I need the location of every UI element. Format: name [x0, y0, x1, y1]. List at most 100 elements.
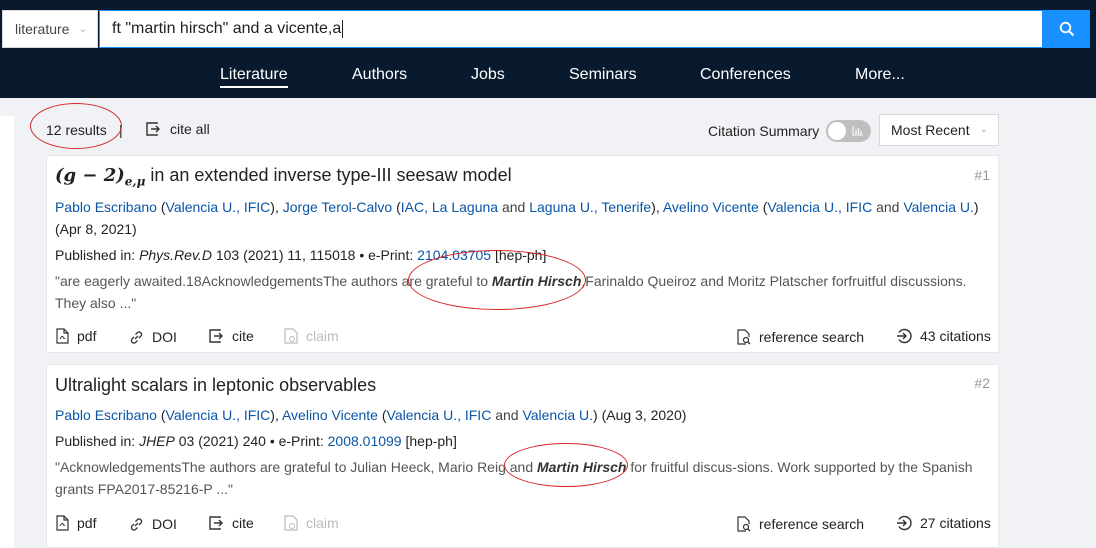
search-bar: literature ⌄ ft "martin hirsch" and a vi… [0, 0, 1096, 58]
citation-summary-toggle[interactable] [826, 120, 871, 142]
affiliation-link[interactable]: Valencia U. [903, 199, 974, 215]
author-link[interactable]: Jorge Terol-Calvo [283, 199, 392, 215]
arxiv-category: [hep-ph] [405, 433, 457, 449]
sort-select[interactable]: Most Recent ⌄ [879, 114, 999, 146]
reference-search-button[interactable]: reference search [737, 516, 864, 532]
nav-more[interactable]: More... [855, 66, 905, 84]
login-icon [897, 328, 912, 344]
publication-date: (Apr 8, 2021) [55, 221, 137, 237]
cite-button[interactable]: cite [208, 328, 254, 344]
search-input[interactable]: ft "martin hirsch" and a vicente,a [99, 10, 1043, 48]
search-icon [1059, 21, 1074, 37]
eprint-link[interactable]: 2104.03705 [417, 247, 491, 263]
result-card: Ultralight scalars in leptonic observabl… [46, 364, 999, 548]
author-link[interactable]: Pablo Escribano [55, 407, 157, 423]
file-search-icon [737, 329, 751, 345]
scope-select[interactable]: literature ⌄ [2, 10, 98, 48]
nav-literature[interactable]: Literature [220, 66, 288, 88]
claim-button[interactable]: claim [284, 328, 339, 344]
arxiv-category: [hep-ph] [494, 247, 547, 263]
doi-label: DOI [152, 516, 177, 532]
citations-link[interactable]: 27 citations [896, 515, 991, 531]
eprint-link[interactable]: 2008.01099 [328, 433, 402, 449]
citations-count: 43 citations [920, 328, 991, 344]
fulltext-snippet: "are eagerly awaited.18AcknowledgementsT… [55, 270, 985, 314]
published-label: Published in: [55, 247, 136, 263]
journal-details: 103 (2021) 11, 115018 • e-Print: [215, 247, 414, 263]
nav-conferences[interactable]: Conferences [700, 66, 791, 84]
claim-label: claim [306, 515, 339, 531]
doi-button[interactable]: DOI [129, 329, 177, 345]
file-search-icon [737, 516, 751, 532]
results-count: 12 results [46, 122, 107, 138]
fulltext-snippet: "AcknowledgementsThe authors are gratefu… [55, 456, 985, 500]
cite-label: cite [232, 515, 254, 531]
author-list: Pablo Escribano (Valencia U., IFIC), Ave… [55, 407, 687, 423]
affiliation-link[interactable]: Valencia U., IFIC [166, 407, 271, 423]
text-caret [342, 20, 344, 38]
claim-button[interactable]: claim [284, 515, 339, 531]
reference-search-label: reference search [759, 516, 865, 532]
affiliation-link[interactable]: Valencia U., IFIC [387, 407, 492, 423]
citation-summary-label: Citation Summary [708, 123, 820, 139]
export-icon [209, 329, 223, 343]
doi-button[interactable]: DOI [129, 516, 177, 532]
pdf-label: pdf [77, 328, 97, 344]
author-link[interactable]: Avelino Vicente [282, 407, 378, 423]
affiliation-link[interactable]: Laguna U., Tenerife [529, 199, 651, 215]
result-number: #2 [974, 375, 990, 391]
login-icon [897, 515, 912, 531]
bar-chart-icon [852, 126, 863, 136]
snippet-highlight: Martin Hirsch [491, 273, 582, 289]
sort-select-value: Most Recent [891, 122, 970, 138]
nav-seminars[interactable]: Seminars [569, 66, 637, 84]
and-text: and [876, 199, 900, 215]
cite-all-button[interactable]: cite all [145, 121, 210, 137]
author-link[interactable]: Avelino Vicente [663, 199, 759, 215]
link-icon [130, 330, 143, 344]
search-button[interactable] [1043, 10, 1090, 48]
pdf-label: pdf [77, 515, 97, 531]
affiliation-link[interactable]: Valencia U., IFIC [166, 199, 271, 215]
publication-info: Published in: Phys.Rev.D 103 (2021) 11, … [55, 244, 546, 266]
affiliation-link[interactable]: IAC, La Laguna [401, 199, 498, 215]
title-text: in an extended inverse type-III seesaw m… [145, 165, 512, 185]
chevron-down-icon: ⌄ [979, 124, 988, 135]
journal-name: Phys.Rev.D [139, 247, 212, 263]
citations-count: 27 citations [920, 515, 991, 531]
and-text: and [501, 199, 526, 215]
nav-authors[interactable]: Authors [352, 66, 407, 84]
link-icon [130, 517, 143, 531]
author-link[interactable]: Pablo Escribano [55, 199, 157, 215]
file-pdf-icon [56, 328, 69, 344]
file-pdf-icon [56, 515, 69, 531]
cite-button[interactable]: cite [208, 515, 254, 531]
claim-label: claim [306, 328, 339, 344]
citations-link[interactable]: 43 citations [896, 328, 991, 344]
main-nav: Literature Authors Jobs Seminars Confere… [0, 58, 1096, 98]
result-title[interactable]: (g − 2)e,μ in an extended inverse type-I… [55, 165, 512, 189]
title-formula-text: (g − 2) [55, 165, 125, 186]
affiliation-link[interactable]: Valencia U., IFIC [767, 199, 872, 215]
reference-search-button[interactable]: reference search [737, 329, 864, 345]
cite-all-label: cite all [170, 121, 210, 137]
export-icon [146, 122, 160, 136]
title-formula-subscript: e,μ [124, 174, 146, 189]
search-query: ft "martin hirsch" and a vicente,a [112, 20, 342, 37]
affiliation-link[interactable]: Valencia U. [522, 407, 593, 423]
pdf-button[interactable]: pdf [56, 328, 96, 344]
snippet-text: "AcknowledgementsThe authors are gratefu… [55, 459, 538, 475]
file-claim-icon [284, 515, 298, 531]
snippet-text: "are eagerly awaited.18AcknowledgementsT… [55, 273, 492, 289]
and-text: and [495, 407, 519, 423]
pdf-button[interactable]: pdf [56, 515, 96, 531]
cite-label: cite [232, 328, 254, 344]
export-icon [209, 516, 223, 530]
result-card: (g − 2)e,μ in an extended inverse type-I… [46, 155, 999, 353]
results-separator: | [119, 122, 123, 138]
result-title[interactable]: Ultralight scalars in leptonic observabl… [55, 375, 376, 396]
journal-details: 03 (2021) 240 • e-Print: [178, 433, 324, 449]
chevron-down-icon: ⌄ [78, 24, 87, 35]
nav-jobs[interactable]: Jobs [471, 66, 505, 84]
publication-date: (Aug 3, 2020) [601, 407, 687, 423]
